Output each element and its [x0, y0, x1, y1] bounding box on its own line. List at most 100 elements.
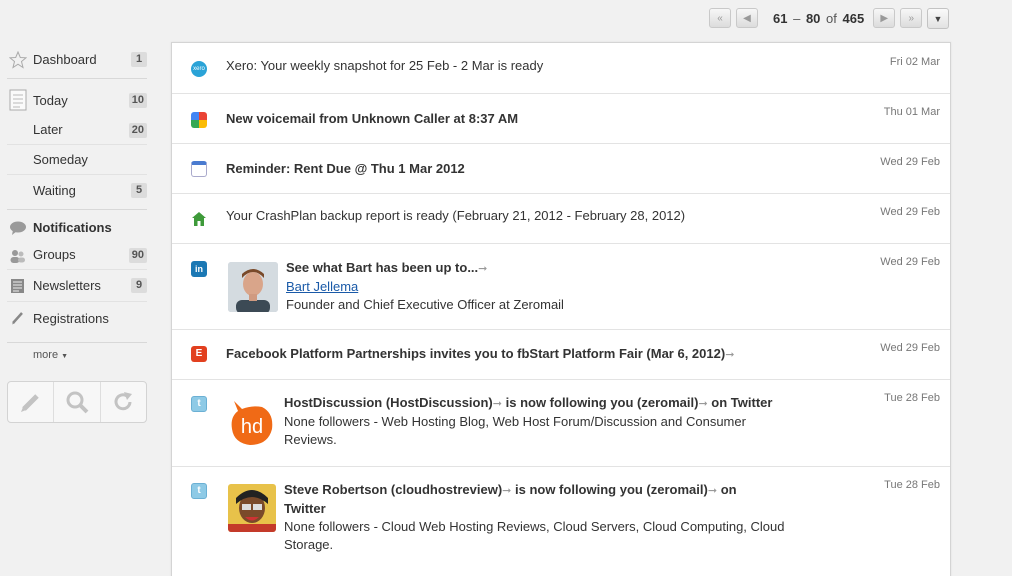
message-detail-cont: Storage.: [284, 537, 334, 552]
divider: [7, 342, 147, 343]
pencil-icon: [12, 312, 23, 325]
person-photo: [228, 262, 278, 312]
twitter-icon: t: [191, 483, 207, 499]
arrow-icon: ➞: [478, 263, 488, 275]
search-button[interactable]: [54, 382, 101, 422]
person-photo: [228, 484, 276, 532]
sidebar-item-label: Waiting: [33, 182, 76, 198]
message-title-action: is now following you (zeromail): [505, 395, 699, 410]
tool-buttons: [7, 381, 147, 423]
sidebar: Dashboard 1 Today 10 Later 20 Someday Wa…: [7, 44, 147, 423]
options-dropdown-button[interactable]: ▼: [927, 8, 949, 29]
list-item[interactable]: t Steve Robertson (cloudhostreview)➞ is …: [172, 467, 950, 567]
caret-down-icon: ▼: [933, 13, 943, 24]
twitter-icon: t: [191, 396, 207, 412]
compose-button[interactable]: [8, 382, 55, 422]
sidebar-item-registrations[interactable]: Registrations: [7, 302, 147, 334]
next-page-button[interactable]: ▶: [873, 8, 896, 28]
message-body: Steve Robertson (cloudhostreview)➞ is no…: [284, 481, 785, 554]
sidebar-item-label: Newsletters: [33, 278, 101, 293]
divider: [7, 78, 147, 79]
edit-icon: [20, 394, 39, 412]
arrow-icon: ➞: [725, 349, 735, 361]
range-end: 80: [805, 10, 821, 26]
hostdiscussion-logo: hd: [231, 401, 273, 445]
more-label: more: [33, 349, 59, 361]
count-badge: 10: [128, 93, 147, 108]
xero-icon: xero: [191, 61, 207, 77]
chevron-left-icon: ◀: [743, 12, 751, 24]
sidebar-item-newsletters[interactable]: Newsletters 9: [7, 270, 147, 302]
sidebar-item-someday[interactable]: Someday: [7, 145, 147, 175]
sidebar-item-label: Today: [33, 92, 68, 108]
list-item[interactable]: Your CrashPlan backup report is ready (F…: [172, 194, 950, 244]
facebook-events-icon: E: [191, 346, 207, 362]
calendar-icon: [191, 161, 207, 177]
sidebar-item-notifications[interactable]: Notifications: [7, 214, 147, 240]
range-of: of: [826, 10, 837, 26]
sidebar-item-label: Notifications: [33, 219, 112, 235]
sidebar-item-dashboard[interactable]: Dashboard 1: [7, 44, 147, 74]
more-menu-button[interactable]: more ▼: [7, 349, 147, 361]
arrow-icon: ➞: [707, 485, 718, 497]
sidebar-item-waiting[interactable]: Waiting 5: [7, 175, 147, 205]
linkedin-icon: in: [191, 261, 207, 277]
message-subject: Xero: Your weekly snapshot for 25 Feb - …: [226, 58, 544, 73]
range-start: 61: [773, 10, 788, 26]
last-page-button[interactable]: »: [900, 8, 923, 28]
list-item[interactable]: xero Xero: Your weekly snapshot for 25 F…: [172, 43, 950, 94]
contact-link[interactable]: Bart Jellema: [286, 279, 358, 294]
message-date: Wed 29 Feb: [880, 156, 940, 168]
message-body: HostDiscussion (HostDiscussion)➞ is now …: [284, 394, 772, 449]
message-title-sender: HostDiscussion (HostDiscussion): [284, 395, 493, 410]
newspaper-icon: [11, 279, 24, 293]
message-subject: Reminder: Rent Due @ Thu 1 Mar 2012: [226, 161, 465, 176]
refresh-button[interactable]: [101, 382, 146, 422]
list-item[interactable]: in See what Bart has been up to...➞ Bart…: [172, 244, 950, 330]
list-item[interactable]: Reminder: Rent Due @ Thu 1 Mar 2012 Wed …: [172, 144, 950, 194]
star-icon: [9, 51, 27, 69]
message-title-service: on: [720, 482, 737, 497]
list-item[interactable]: New voicemail from Unknown Caller at 8:3…: [172, 94, 950, 144]
speech-bubble-icon: [10, 221, 26, 235]
message-list: xero Xero: Your weekly snapshot for 25 F…: [171, 42, 951, 576]
avatar: hd: [228, 397, 276, 447]
message-title-service: on Twitter: [711, 395, 773, 410]
sidebar-item-label: Registrations: [33, 310, 109, 326]
message-title-action: is now following you (zeromail): [515, 482, 708, 497]
message-subject-text: Facebook Platform Partnerships invites y…: [226, 346, 726, 361]
divider: [7, 209, 147, 210]
prev-page-button[interactable]: ◀: [736, 8, 758, 28]
sidebar-item-label: Groups: [33, 247, 76, 262]
arrow-icon: ➞: [502, 485, 512, 497]
range-separator: –: [793, 10, 801, 26]
people-icon: [10, 250, 25, 263]
message-date: Thu 01 Mar: [883, 106, 940, 118]
message-title: See what Bart has been up to...: [286, 260, 479, 275]
sidebar-item-today[interactable]: Today 10: [7, 85, 147, 115]
double-chevron-right-icon: »: [908, 12, 914, 24]
sidebar-item-label: Later: [33, 122, 63, 137]
message-date: Fri 02 Mar: [889, 56, 940, 68]
pager: « ◀ 61 – 80 of 465 ▶ »: [709, 8, 927, 28]
logo-text: hd: [241, 416, 263, 438]
message-title-sender: Steve Robertson (cloudhostreview): [284, 482, 503, 497]
arrow-icon: ➞: [492, 398, 502, 410]
list-item[interactable]: E Facebook Platform Partnerships invites…: [172, 330, 950, 380]
count-badge: 1: [131, 52, 147, 67]
avatar: [228, 262, 278, 312]
message-date: Wed 29 Feb: [880, 206, 940, 218]
message-title-service-cont: Twitter: [284, 501, 326, 516]
message-date: Wed 29 Feb: [880, 342, 940, 354]
message-date: Tue 28 Feb: [884, 392, 940, 404]
first-page-button[interactable]: «: [709, 8, 731, 28]
sidebar-item-groups[interactable]: Groups 90: [7, 240, 147, 270]
caret-down-icon: ▼: [61, 353, 69, 360]
message-subject: Facebook Platform Partnerships invites y…: [226, 346, 734, 361]
count-badge: 9: [131, 278, 147, 293]
sidebar-item-later[interactable]: Later 20: [7, 115, 147, 145]
chevron-right-icon: ▶: [880, 12, 889, 24]
count-badge: 20: [128, 123, 147, 138]
list-item[interactable]: t hd HostDiscussion (HostDiscussion)➞ is…: [172, 380, 950, 467]
message-date: Tue 28 Feb: [884, 479, 940, 491]
